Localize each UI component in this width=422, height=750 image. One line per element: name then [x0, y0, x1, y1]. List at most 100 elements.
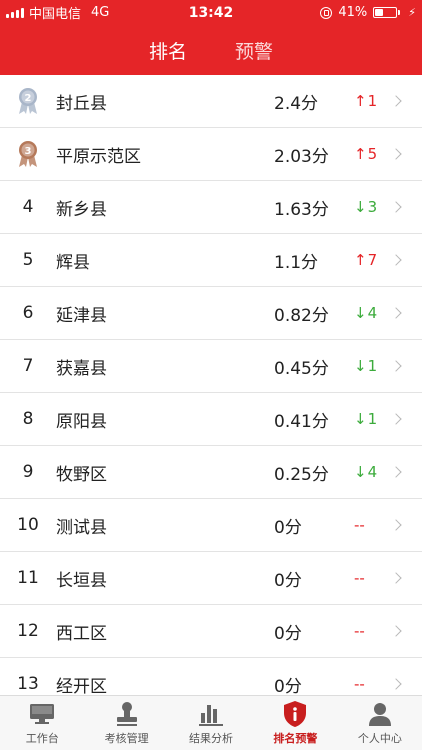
- rank-number: 7: [22, 356, 34, 376]
- rank-change-value: 1: [367, 92, 378, 110]
- carrier-name: 中国电信: [29, 7, 82, 22]
- top-tabs: 排名 预警: [0, 25, 422, 75]
- table-row[interactable]: 11 长垣县 0分 --: [0, 552, 422, 605]
- table-row[interactable]: 7 获嘉县 0.45分 ↓ 1: [0, 340, 422, 393]
- rank-change-value: 1: [367, 410, 378, 428]
- rank-number: 5: [22, 250, 34, 270]
- rank-change: --: [354, 622, 390, 640]
- chevron-right-icon: [390, 678, 402, 690]
- chevron-right-icon: [390, 360, 402, 372]
- ranking-list: 2 封丘县 2.4分 ↑ 1 3 平原示范区 2.03分 ↑ 5 4 新乡县 1.63分 ↓ 3 5 辉县 1.1…: [0, 75, 422, 695]
- rank-number: 10: [17, 515, 39, 535]
- svg-text:2: 2: [25, 93, 32, 104]
- score-value: 2.03分: [274, 146, 329, 167]
- chevron-right-icon: [390, 307, 402, 319]
- region-name: 原阳县: [56, 411, 107, 432]
- signal-icon: [6, 7, 24, 18]
- chevron-right-icon: [390, 466, 402, 478]
- svg-text:3: 3: [25, 146, 32, 157]
- bar-chart-icon: [198, 700, 224, 728]
- rank-change: --: [354, 675, 390, 693]
- arrow-down-icon: ↓: [354, 410, 367, 428]
- nav-label: 工作台: [25, 732, 59, 745]
- rank-change: ↓ 4: [354, 463, 390, 481]
- region-name: 西工区: [56, 623, 107, 644]
- status-left: 中国电信 4G: [6, 3, 109, 22]
- region-name: 平原示范区: [56, 146, 141, 167]
- user-icon: [367, 700, 393, 728]
- region-name: 获嘉县: [56, 358, 107, 379]
- table-row[interactable]: 10 测试县 0分 --: [0, 499, 422, 552]
- rank-change-value: 4: [367, 463, 378, 481]
- chevron-right-icon: [390, 95, 402, 107]
- bronze-medal-icon: 3: [0, 140, 56, 168]
- region-name: 新乡县: [56, 199, 107, 220]
- status-right: 41% ⚡: [320, 5, 416, 20]
- table-row[interactable]: 4 新乡县 1.63分 ↓ 3: [0, 181, 422, 234]
- rank-change-value: --: [354, 675, 365, 693]
- rank-change: ↓ 4: [354, 304, 390, 322]
- table-row[interactable]: 3 平原示范区 2.03分 ↑ 5: [0, 128, 422, 181]
- table-row[interactable]: 9 牧野区 0.25分 ↓ 4: [0, 446, 422, 499]
- rank-number: 4: [22, 197, 34, 217]
- arrow-down-icon: ↓: [354, 357, 367, 375]
- table-row[interactable]: 2 封丘县 2.4分 ↑ 1: [0, 75, 422, 128]
- nav-item-2[interactable]: 结果分析: [169, 696, 253, 750]
- region-name: 长垣县: [56, 570, 107, 591]
- arrow-down-icon: ↓: [354, 198, 367, 216]
- nav-label: 个人中心: [357, 732, 402, 745]
- score-value: 0分: [274, 676, 302, 696]
- region-name: 辉县: [56, 252, 90, 273]
- region-name: 封丘县: [56, 93, 107, 114]
- table-row[interactable]: 12 西工区 0分 --: [0, 605, 422, 658]
- nav-item-4[interactable]: 个人中心: [338, 696, 422, 750]
- rank-change-value: 1: [367, 357, 378, 375]
- rank-change: --: [354, 569, 390, 587]
- chevron-right-icon: [390, 254, 402, 266]
- score-value: 0分: [274, 623, 302, 644]
- nav-item-1[interactable]: 考核管理: [84, 696, 168, 750]
- rank-change: ↓ 3: [354, 198, 390, 216]
- rank-number: 12: [17, 621, 39, 641]
- region-name: 经开区: [56, 676, 107, 696]
- rank-number: 9: [22, 462, 34, 482]
- battery-percent: 41%: [338, 5, 368, 20]
- chevron-right-icon: [390, 572, 402, 584]
- rank-change-value: 7: [367, 251, 378, 269]
- battery-fill: [375, 9, 384, 16]
- charging-icon: ⚡: [408, 6, 416, 19]
- nav-label: 结果分析: [189, 732, 234, 745]
- tab-ranking[interactable]: 排名: [149, 37, 187, 64]
- nav-item-0[interactable]: 工作台: [0, 696, 84, 750]
- arrow-down-icon: ↓: [354, 304, 367, 322]
- table-row[interactable]: 6 延津县 0.82分 ↓ 4: [0, 287, 422, 340]
- chevron-right-icon: [390, 519, 402, 531]
- silver-medal-icon: 2: [0, 87, 56, 115]
- table-row[interactable]: 13 经开区 0分 --: [0, 658, 422, 695]
- nav-label: 排名预警: [273, 732, 318, 745]
- table-row[interactable]: 8 原阳县 0.41分 ↓ 1: [0, 393, 422, 446]
- rank-number: 8: [22, 409, 34, 429]
- chevron-right-icon: [390, 201, 402, 213]
- rank-change-value: --: [354, 569, 365, 587]
- app-header: 中国电信 4G 13:42 41% ⚡ 排名 预警: [0, 0, 422, 75]
- stamp-icon: [114, 700, 140, 728]
- tab-warning[interactable]: 预警: [235, 37, 273, 64]
- score-value: 0.82分: [274, 305, 329, 326]
- table-row[interactable]: 5 辉县 1.1分 ↑ 7: [0, 234, 422, 287]
- rank-change: ↑ 1: [354, 92, 390, 110]
- nav-item-3[interactable]: 排名预警: [253, 696, 337, 750]
- bottom-nav: 工作台 考核管理 结果分析 排名预警 个人中心: [0, 695, 422, 750]
- rank-number: 6: [22, 303, 34, 323]
- score-value: 0分: [274, 517, 302, 538]
- chevron-right-icon: [390, 148, 402, 160]
- rank-change-value: 4: [367, 304, 378, 322]
- network-type: 4G: [91, 5, 110, 20]
- region-name: 延津县: [56, 305, 107, 326]
- rank-change: ↑ 5: [354, 145, 390, 163]
- score-value: 0.25分: [274, 464, 329, 485]
- region-name: 牧野区: [56, 464, 107, 485]
- shield-alert-icon: [282, 700, 308, 728]
- nav-label: 考核管理: [104, 732, 149, 745]
- monitor-icon: [29, 700, 55, 728]
